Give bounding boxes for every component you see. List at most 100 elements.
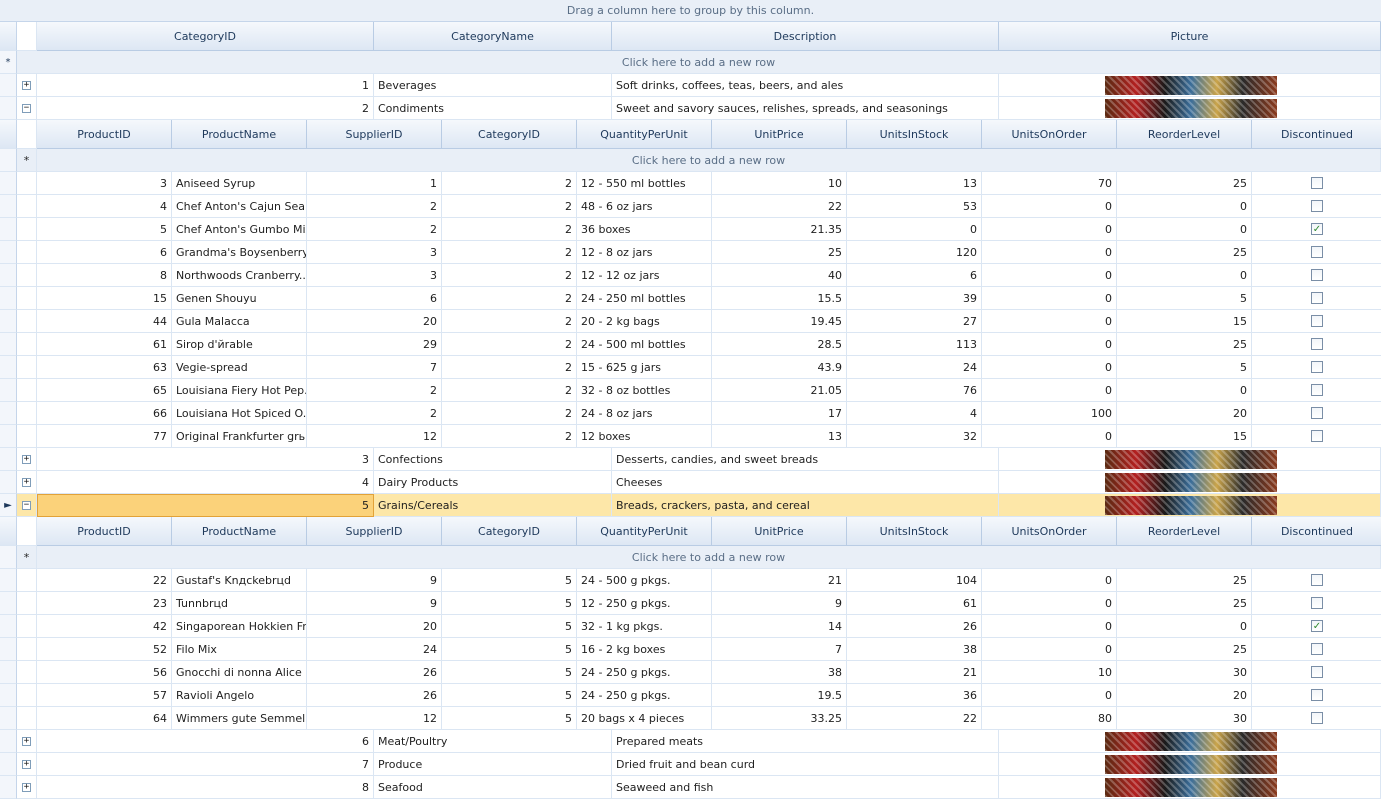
- productid-cell[interactable]: 66: [37, 402, 172, 425]
- supplierid-cell[interactable]: 20: [307, 615, 442, 638]
- expander-cell[interactable]: +: [17, 448, 37, 471]
- unitprice-cell[interactable]: 14: [712, 615, 847, 638]
- supplierid-cell[interactable]: 20: [307, 310, 442, 333]
- column-header-productname[interactable]: ProductName: [172, 120, 307, 149]
- discontinued-cell[interactable]: [1252, 592, 1381, 615]
- expander-cell[interactable]: −: [17, 494, 37, 517]
- categoryid-cell[interactable]: 5: [442, 661, 577, 684]
- description-cell[interactable]: Cheeses: [612, 471, 999, 494]
- productname-cell[interactable]: Gnocchi di nonna Alice: [172, 661, 307, 684]
- unitprice-cell[interactable]: 43.9: [712, 356, 847, 379]
- unitsinstock-cell[interactable]: 104: [847, 569, 982, 592]
- quantityperunit-cell[interactable]: 16 - 2 kg boxes: [577, 638, 712, 661]
- supplierid-cell[interactable]: 1: [307, 172, 442, 195]
- discontinued-cell[interactable]: [1252, 356, 1381, 379]
- discontinued-cell[interactable]: [1252, 287, 1381, 310]
- categoryid-cell[interactable]: 2: [442, 287, 577, 310]
- reorderlevel-cell[interactable]: 0: [1117, 615, 1252, 638]
- categoryname-cell[interactable]: Seafood: [374, 776, 612, 799]
- unitsinstock-cell[interactable]: 61: [847, 592, 982, 615]
- unitsinstock-cell[interactable]: 120: [847, 241, 982, 264]
- productname-cell[interactable]: Louisiana Fiery Hot Pep...: [172, 379, 307, 402]
- unitsonorder-cell[interactable]: 80: [982, 707, 1117, 730]
- productname-cell[interactable]: Tunnbrцd: [172, 592, 307, 615]
- supplierid-cell[interactable]: 3: [307, 241, 442, 264]
- discontinued-checkbox[interactable]: [1311, 269, 1323, 281]
- expand-icon[interactable]: +: [22, 736, 31, 746]
- expand-icon[interactable]: +: [22, 454, 31, 464]
- quantityperunit-cell[interactable]: 24 - 250 g pkgs.: [577, 661, 712, 684]
- expand-icon[interactable]: +: [22, 80, 31, 90]
- discontinued-checkbox[interactable]: [1311, 666, 1323, 678]
- categoryid-cell[interactable]: 2: [442, 379, 577, 402]
- categoryid-cell[interactable]: 2: [442, 195, 577, 218]
- quantityperunit-cell[interactable]: 24 - 500 ml bottles: [577, 333, 712, 356]
- reorderlevel-cell[interactable]: 25: [1117, 333, 1252, 356]
- unitprice-cell[interactable]: 21: [712, 569, 847, 592]
- unitsonorder-cell[interactable]: 0: [982, 425, 1117, 448]
- unitprice-cell[interactable]: 28.5: [712, 333, 847, 356]
- description-cell[interactable]: Sweet and savory sauces, relishes, sprea…: [612, 97, 999, 120]
- unitsinstock-cell[interactable]: 27: [847, 310, 982, 333]
- column-header-unitprice[interactable]: UnitPrice: [712, 517, 847, 546]
- quantityperunit-cell[interactable]: 24 - 8 oz jars: [577, 402, 712, 425]
- column-header-categoryid[interactable]: CategoryID: [442, 120, 577, 149]
- reorderlevel-cell[interactable]: 25: [1117, 241, 1252, 264]
- collapse-icon[interactable]: −: [22, 500, 31, 510]
- unitsinstock-cell[interactable]: 38: [847, 638, 982, 661]
- picture-cell[interactable]: [999, 753, 1381, 776]
- description-cell[interactable]: Prepared meats: [612, 730, 999, 753]
- description-cell[interactable]: Desserts, candies, and sweet breads: [612, 448, 999, 471]
- supplierid-cell[interactable]: 3: [307, 264, 442, 287]
- categoryid-cell[interactable]: 5: [442, 684, 577, 707]
- supplierid-cell[interactable]: 12: [307, 425, 442, 448]
- unitsinstock-cell[interactable]: 53: [847, 195, 982, 218]
- productname-cell[interactable]: Sirop d'йrable: [172, 333, 307, 356]
- productid-cell[interactable]: 61: [37, 333, 172, 356]
- categoryid-cell[interactable]: 2: [442, 264, 577, 287]
- supplierid-cell[interactable]: 26: [307, 661, 442, 684]
- supplierid-cell[interactable]: 9: [307, 569, 442, 592]
- unitsinstock-cell[interactable]: 76: [847, 379, 982, 402]
- discontinued-cell[interactable]: ✓: [1252, 615, 1381, 638]
- categoryname-cell[interactable]: Confections: [374, 448, 612, 471]
- unitsonorder-cell[interactable]: 0: [982, 310, 1117, 333]
- expand-icon[interactable]: +: [22, 477, 31, 487]
- unitprice-cell[interactable]: 9: [712, 592, 847, 615]
- productid-cell[interactable]: 22: [37, 569, 172, 592]
- reorderlevel-cell[interactable]: 25: [1117, 569, 1252, 592]
- unitsonorder-cell[interactable]: 0: [982, 684, 1117, 707]
- column-header-picture[interactable]: Picture: [999, 22, 1381, 51]
- categoryid-cell[interactable]: 2: [442, 310, 577, 333]
- unitsinstock-cell[interactable]: 13: [847, 172, 982, 195]
- discontinued-checkbox[interactable]: [1311, 200, 1323, 212]
- discontinued-cell[interactable]: [1252, 310, 1381, 333]
- productname-cell[interactable]: Singaporean Hokkien Fr...: [172, 615, 307, 638]
- column-header-categoryid[interactable]: CategoryID: [37, 22, 374, 51]
- discontinued-cell[interactable]: ✓: [1252, 218, 1381, 241]
- categoryid-cell[interactable]: 3: [37, 448, 374, 471]
- productid-cell[interactable]: 8: [37, 264, 172, 287]
- categoryname-cell[interactable]: Produce: [374, 753, 612, 776]
- description-cell[interactable]: Seaweed and fish: [612, 776, 999, 799]
- expander-cell[interactable]: +: [17, 776, 37, 799]
- add-new-row-button[interactable]: Click here to add a new row: [37, 546, 1381, 569]
- unitprice-cell[interactable]: 17: [712, 402, 847, 425]
- quantityperunit-cell[interactable]: 32 - 1 kg pkgs.: [577, 615, 712, 638]
- productid-cell[interactable]: 44: [37, 310, 172, 333]
- unitsonorder-cell[interactable]: 0: [982, 195, 1117, 218]
- discontinued-checkbox[interactable]: ✓: [1311, 620, 1323, 632]
- unitprice-cell[interactable]: 10: [712, 172, 847, 195]
- unitsinstock-cell[interactable]: 0: [847, 218, 982, 241]
- discontinued-cell[interactable]: [1252, 241, 1381, 264]
- categoryid-cell[interactable]: 2: [37, 97, 374, 120]
- picture-cell[interactable]: [999, 97, 1381, 120]
- unitsinstock-cell[interactable]: 22: [847, 707, 982, 730]
- group-by-panel[interactable]: Drag a column here to group by this colu…: [0, 0, 1381, 22]
- quantityperunit-cell[interactable]: 20 bags x 4 pieces: [577, 707, 712, 730]
- unitsonorder-cell[interactable]: 0: [982, 356, 1117, 379]
- supplierid-cell[interactable]: 29: [307, 333, 442, 356]
- unitprice-cell[interactable]: 15.5: [712, 287, 847, 310]
- description-cell[interactable]: Breads, crackers, pasta, and cereal: [612, 494, 999, 517]
- discontinued-cell[interactable]: [1252, 638, 1381, 661]
